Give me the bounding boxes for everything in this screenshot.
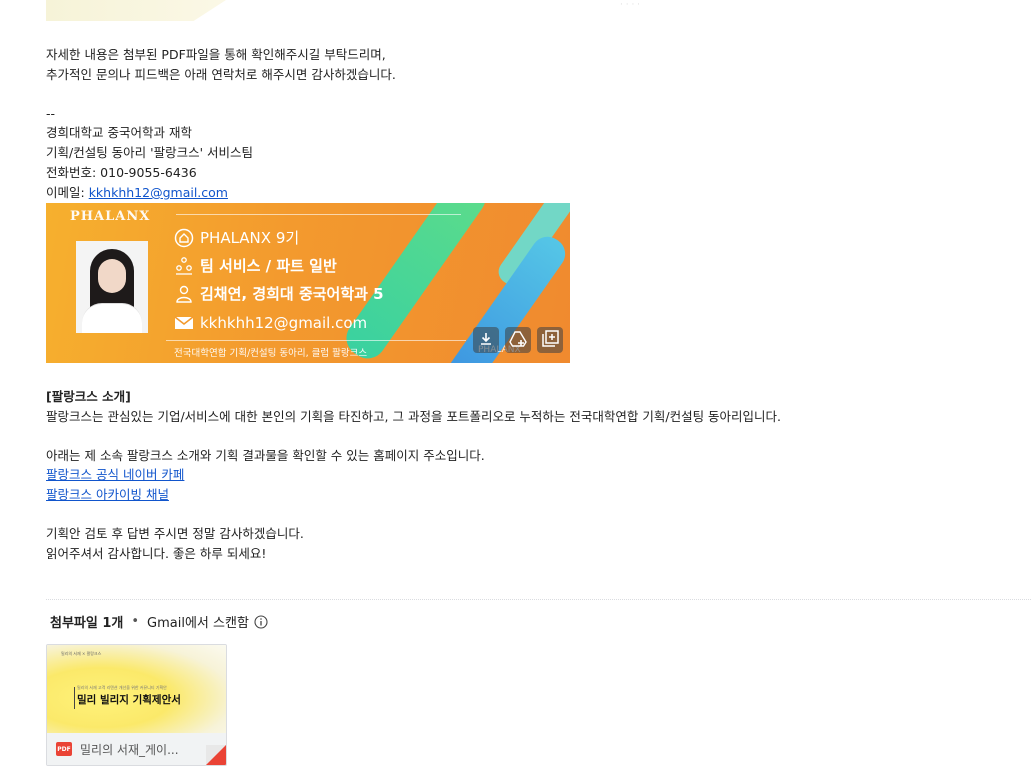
banner-row-team: 팀 서비스 / 파트 일반 [174,255,337,276]
signature-club: 기획/컨설팅 동아리 '팔랑크스' 서비스팀 [46,145,254,160]
banner-brand-logo: PHALANX [70,209,151,224]
home-icon [174,228,194,248]
banner-row-name-text: 김채연, 경희대 중국어학과 5 [200,285,384,303]
signature-banner-image[interactable]: PHALANX PHALANX 9기 팀 서비스 / 파트 일반 김채연, 경희… [46,203,570,363]
banner-divider [176,214,461,215]
profile-photo [76,241,148,333]
info-icon[interactable] [254,614,268,629]
download-image-button[interactable] [473,327,499,353]
link-archive-channel-text[interactable]: 팔랑크스 아카이빙 채널 [46,487,169,502]
banner-row-team-text: 팀 서비스 / 파트 일반 [200,257,337,275]
signature-school: 경희대학교 중국어학과 재학 [46,125,192,140]
attachment-filename: 밀리의 서재_게이... [80,742,179,757]
person-icon [174,284,194,304]
intro-heading: [팔랑크스 소개] [46,389,131,404]
attachments-header: 첨부파일 1개 • Gmail에서 스캔함 [50,612,268,631]
faint-text: · · · · [620,0,641,10]
thumbnail-accent-bar [74,687,75,709]
link-naver-cafe[interactable]: 팔랑크스 공식 네이버 카페 [46,466,184,484]
signature-separator: -- [46,106,56,121]
closing-line-1: 기획안 검토 후 답변 주시면 정말 감사하겠습니다. [46,526,304,541]
pdf-corner-icon [206,745,226,765]
save-to-drive-button[interactable] [505,327,531,353]
links-intro: 아래는 제 소속 팔랑크스 소개와 기획 결과물을 확인할 수 있는 홈페이지 … [46,448,485,463]
attachment-thumbnail[interactable]: 밀리의 서재 × 팔랑크스 밀리의 서재 고객 리텐션 개선을 위한 커뮤니티 … [47,645,226,733]
attachment-card[interactable]: 밀리의 서재 × 팔랑크스 밀리의 서재 고객 리텐션 개선을 위한 커뮤니티 … [46,644,227,766]
link-archive-channel[interactable]: 팔랑크스 아카이빙 채널 [46,486,169,504]
attachment-count: 첨부파일 1개 [50,616,124,631]
banner-row-generation: PHALANX 9기 [174,227,299,248]
thumbnail-title: 밀리 빌리지 기획제안서 [77,694,181,706]
intro-line-2: 추가적인 문의나 피드백은 아래 연락처로 해주시면 감사하겠습니다. [46,67,396,82]
email-label: 이메일: [46,185,89,200]
download-icon [478,331,494,350]
signature-email: 이메일: kkhkhh12@gmail.com [46,184,228,202]
thumbnail-header-text: 밀리의 서재 × 팔랑크스 [61,651,102,656]
mail-icon [174,313,194,333]
add-to-photos-button[interactable] [537,327,563,353]
link-naver-cafe-text[interactable]: 팔랑크스 공식 네이버 카페 [46,467,184,482]
attachment-footer[interactable]: PDF 밀리의 서재_게이... [47,733,226,765]
signature-phone: 전화번호: 010-9055-6436 [46,165,197,180]
pdf-icon: PDF [56,742,72,756]
banner-row-email-text: kkhkhh12@gmail.com [200,314,368,332]
team-icon [174,256,194,276]
attachments-divider [46,599,1031,600]
separator-dot: • [131,614,140,629]
save-to-drive-icon [509,330,527,350]
banner-footer-divider [166,340,466,341]
banner-footer-text: 전국대학연합 기획/컨설팅 동아리, 클럽 팔랑크스 [174,348,368,359]
thumbnail-subtitle: 밀리의 서재 고객 리텐션 개선을 위한 커뮤니티 기획안 [77,685,167,690]
banner-row-name: 김채연, 경희대 중국어학과 5 [174,283,384,304]
scan-label: Gmail에서 스캔함 [147,616,249,631]
intro-body: 팔랑크스는 관심있는 기업/서비스에 대한 본인의 기획을 타진하고, 그 과정… [46,409,782,424]
email-link[interactable]: kkhkhh12@gmail.com [89,185,228,200]
add-to-photos-icon [541,329,559,351]
previous-image-fragment [46,0,226,21]
banner-row-generation-text: PHALANX 9기 [200,229,300,247]
closing-line-2: 읽어주셔서 감사합니다. 좋은 하루 되세요! [46,546,267,561]
banner-row-email: kkhkhh12@gmail.com [174,313,367,333]
intro-line-1: 자세한 내용은 첨부된 PDF파일을 통해 확인해주시길 부탁드리며, [46,47,386,62]
